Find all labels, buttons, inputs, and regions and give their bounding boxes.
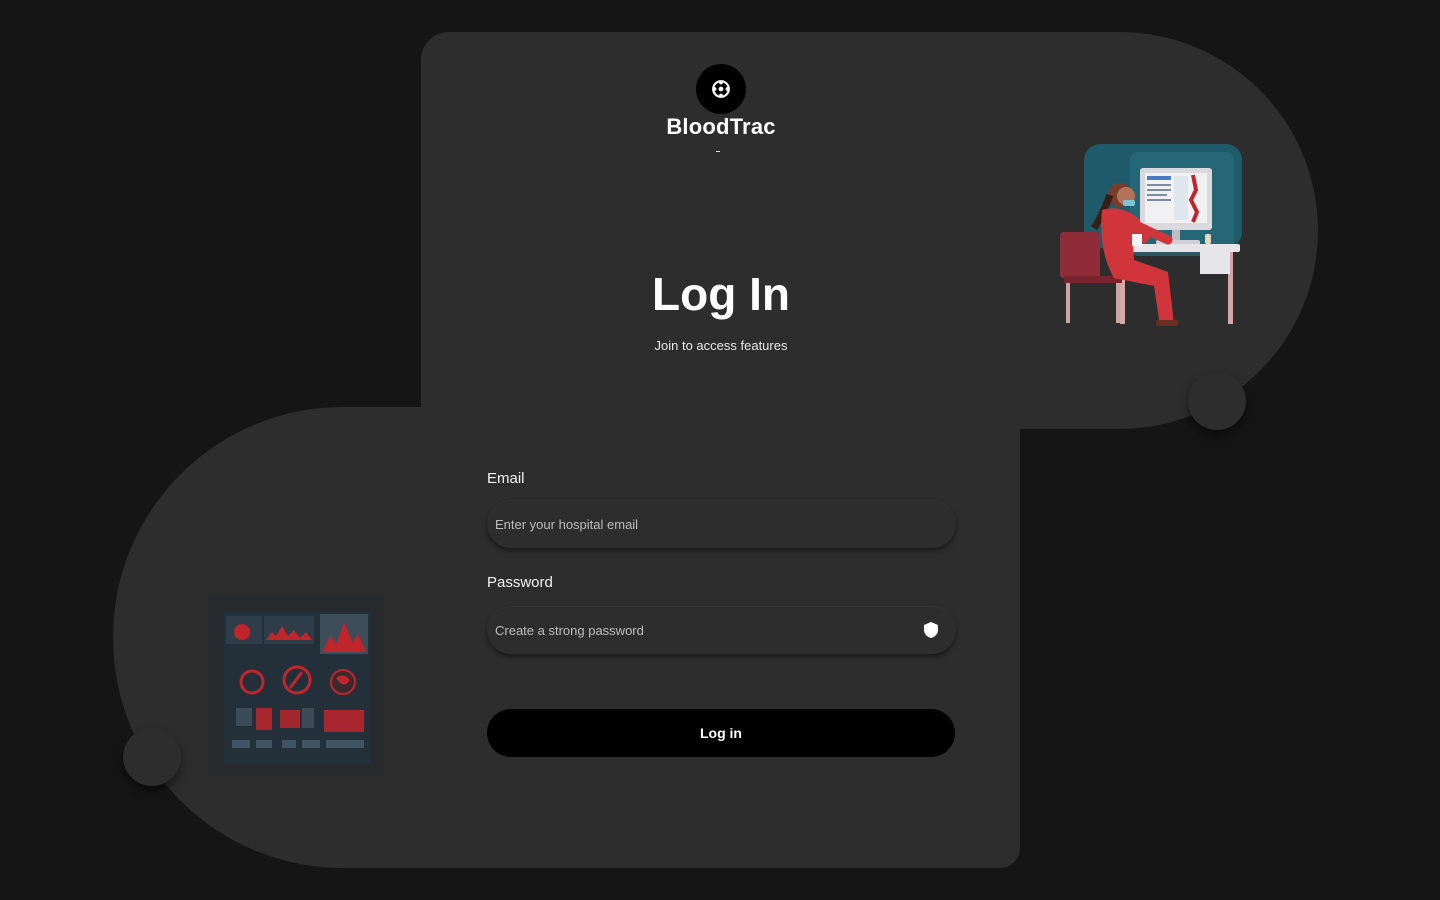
email-label: Email	[487, 470, 525, 487]
brand-underline	[716, 151, 720, 152]
brand-logo	[696, 64, 746, 114]
password-input[interactable]	[495, 622, 920, 638]
decorative-knob-right	[1188, 372, 1246, 430]
shield-icon	[924, 622, 938, 638]
nurse-at-computer-illustration	[1060, 144, 1242, 326]
login-page: BloodTrac Log In Join to access features…	[0, 0, 1440, 900]
brand-name: BloodTrac	[666, 114, 776, 139]
password-label: Password	[487, 574, 553, 591]
email-input[interactable]	[495, 516, 948, 532]
decorative-knob-left	[123, 728, 181, 786]
login-button[interactable]: Log in	[487, 709, 955, 757]
email-field-wrapper	[487, 500, 956, 548]
password-field-wrapper	[487, 606, 956, 654]
dashboard-illustration	[208, 594, 384, 776]
page-title: Log In	[652, 268, 790, 320]
gear-icon	[712, 80, 730, 98]
password-visibility-toggle[interactable]	[920, 619, 942, 641]
page-subtitle: Join to access features	[654, 338, 788, 353]
